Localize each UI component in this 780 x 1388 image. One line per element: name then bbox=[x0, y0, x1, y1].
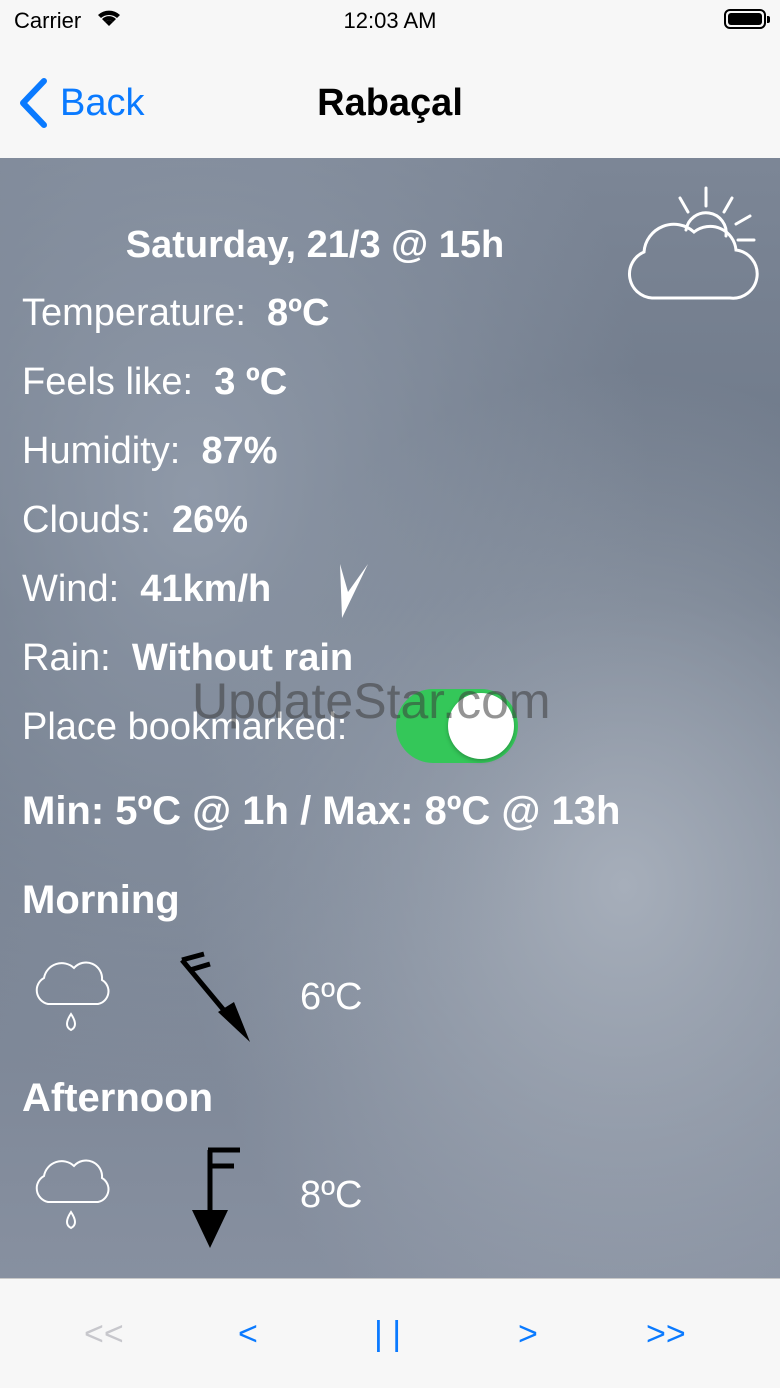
feels-like-value: 3 ºC bbox=[214, 361, 288, 403]
humidity-label: Humidity: bbox=[22, 430, 181, 472]
clouds-row: Clouds: 26% bbox=[22, 499, 248, 542]
temperature-label: Temperature: bbox=[22, 292, 246, 334]
wind-direction-icon bbox=[336, 560, 372, 625]
clock: 12:03 AM bbox=[343, 8, 437, 33]
wind-arrow-icon bbox=[172, 950, 256, 1055]
pause-button[interactable]: | | bbox=[374, 1315, 401, 1354]
feels-like-label: Feels like: bbox=[22, 361, 194, 403]
next-button[interactable]: > bbox=[518, 1315, 538, 1354]
period-title-morning: Morning bbox=[22, 878, 180, 922]
rain-cloud-icon bbox=[28, 958, 120, 1047]
forecast-date: Saturday, 21/3 @ 15h bbox=[125, 224, 505, 266]
battery-icon bbox=[724, 9, 770, 29]
status-bar: Carrier 12:03 AM bbox=[0, 0, 780, 40]
clouds-value: 26% bbox=[171, 499, 249, 541]
period-title-afternoon: Afternoon bbox=[22, 1076, 214, 1120]
temperature-row: Temperature: 8ºC bbox=[22, 292, 329, 335]
navigation-bar: Back Rabaçal bbox=[0, 40, 780, 159]
watermark: UpdateStar.com bbox=[192, 673, 551, 729]
period-temperature-morning: 6ºC bbox=[300, 976, 363, 1018]
feels-like-row: Feels like: 3 ºC bbox=[22, 361, 287, 404]
rain-cloud-icon bbox=[28, 1156, 120, 1245]
wind-label: Wind: bbox=[22, 568, 120, 610]
last-button[interactable]: >> bbox=[646, 1315, 686, 1354]
humidity-row: Humidity: 87% bbox=[22, 430, 278, 473]
clouds-label: Clouds: bbox=[22, 499, 151, 541]
humidity-value: 87% bbox=[201, 430, 278, 472]
wind-value: 41km/h bbox=[140, 568, 272, 610]
partly-cloudy-icon bbox=[622, 180, 762, 310]
first-button[interactable]: << bbox=[84, 1315, 124, 1354]
temperature-value: 8ºC bbox=[267, 292, 330, 334]
toolbar: << < | | > >> bbox=[0, 1278, 780, 1388]
period-temperature-afternoon: 8ºC bbox=[300, 1174, 363, 1216]
wind-arrow-icon bbox=[188, 1146, 244, 1255]
rain-label: Rain: bbox=[22, 637, 111, 679]
weather-detail: Saturday, 21/3 @ 15h Temperature: 8ºC Fe… bbox=[0, 158, 780, 1278]
min-max: Min: 5ºC @ 1h / Max: 8ºC @ 13h bbox=[22, 789, 621, 833]
previous-button[interactable]: < bbox=[238, 1315, 258, 1354]
page-title: Rabaçal bbox=[317, 82, 463, 124]
wind-row: Wind: 41km/h bbox=[22, 568, 271, 611]
